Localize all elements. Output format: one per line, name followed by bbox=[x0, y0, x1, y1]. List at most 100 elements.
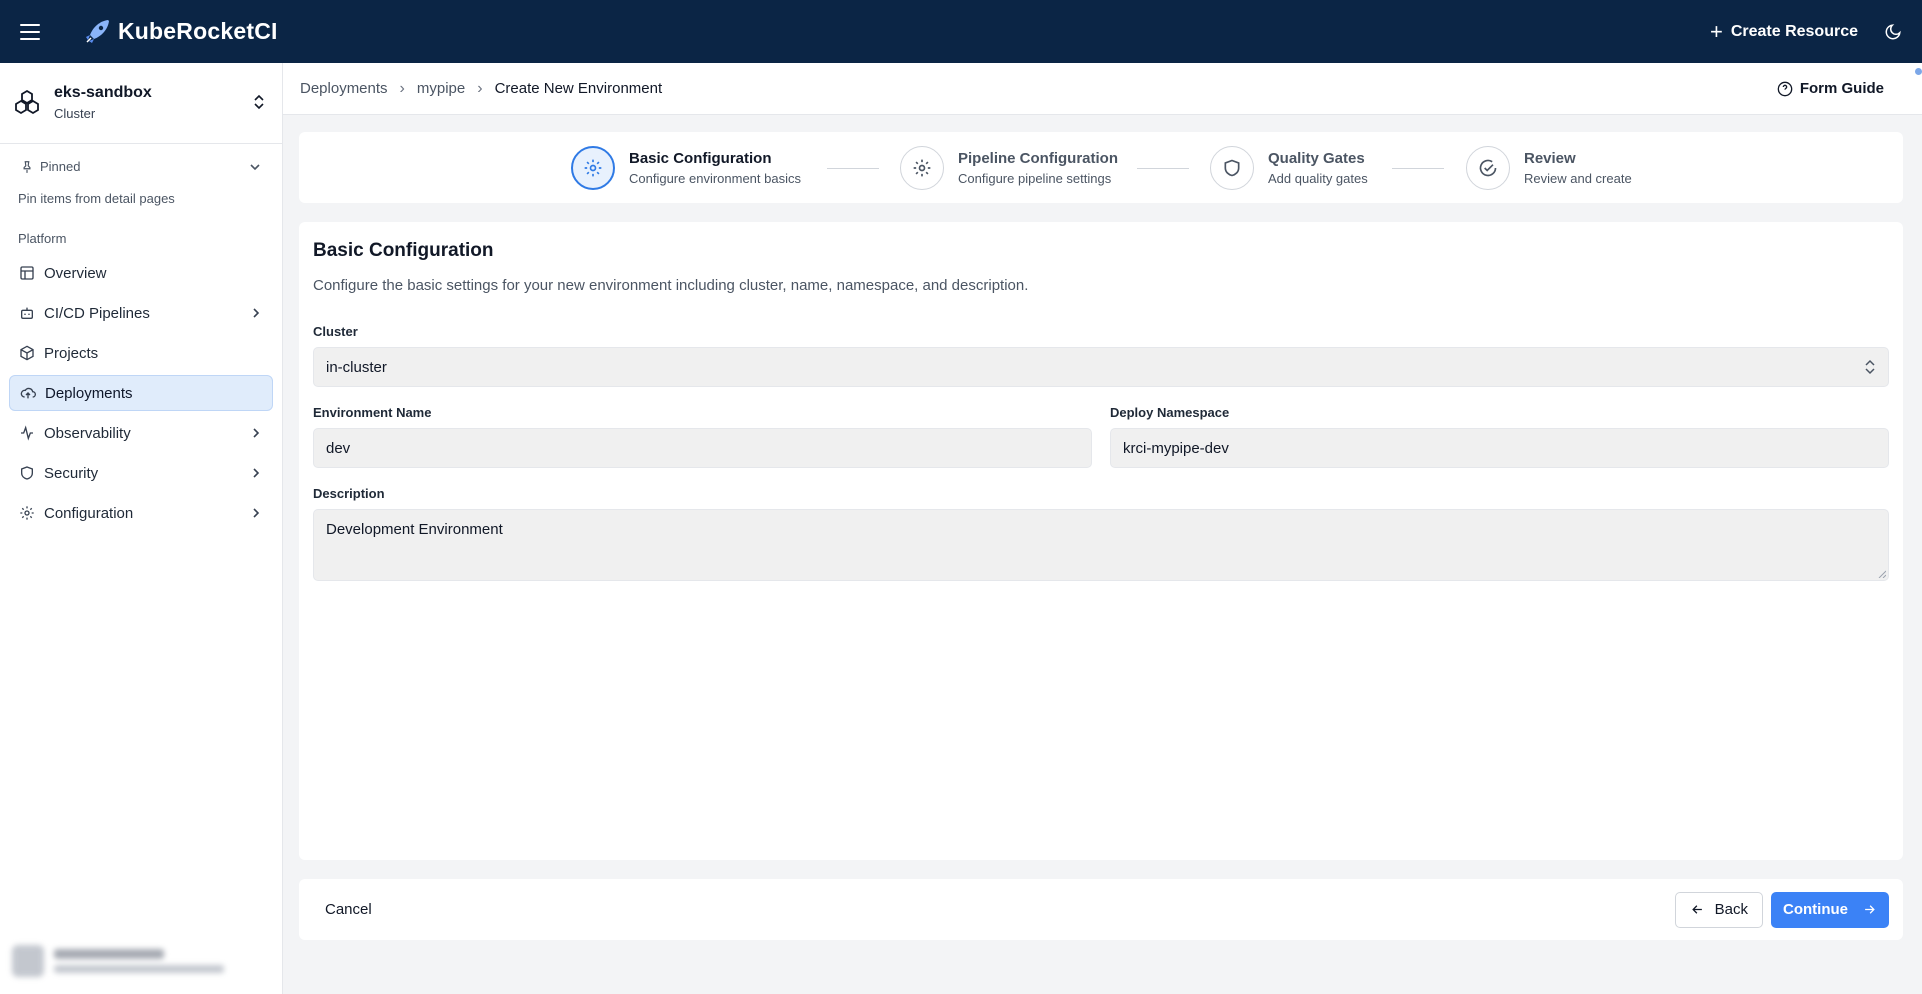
step-title: Basic Configuration bbox=[629, 150, 772, 167]
description-label: Description bbox=[313, 486, 385, 501]
sidebar-item-label: Projects bbox=[44, 344, 99, 362]
step-subtitle: Review and create bbox=[1524, 171, 1632, 186]
breadcrumb-pipeline[interactable]: mypipe bbox=[417, 80, 465, 97]
avatar bbox=[12, 945, 44, 977]
page-header: Deployments › mypipe › Create New Enviro… bbox=[283, 63, 1922, 115]
cluster-select-value: in-cluster bbox=[326, 358, 387, 376]
plus-icon: + bbox=[1709, 18, 1723, 44]
notification-dot bbox=[1915, 68, 1922, 75]
deploy-namespace-label: Deploy Namespace bbox=[1110, 405, 1230, 420]
check-circle-icon bbox=[1479, 159, 1497, 177]
cluster-icon bbox=[14, 89, 40, 115]
form-guide-label: Form Guide bbox=[1799, 80, 1884, 97]
chevron-right-icon bbox=[253, 468, 260, 478]
cluster-name: eks-sandbox bbox=[54, 83, 152, 101]
arrow-left-icon bbox=[1691, 905, 1702, 914]
cluster-type: Cluster bbox=[54, 105, 96, 121]
form-title: Basic Configuration bbox=[313, 240, 494, 261]
pinned-label: Pinned bbox=[40, 159, 81, 174]
sidebar-item-observability[interactable]: Observability bbox=[9, 415, 273, 451]
chevron-right-icon bbox=[253, 508, 260, 518]
sidebar-item-projects[interactable]: Projects bbox=[9, 335, 273, 371]
section-label-platform: Platform bbox=[18, 231, 67, 246]
sidebar-item-cicd-pipelines[interactable]: CI/CD Pipelines bbox=[9, 295, 273, 331]
step-connector bbox=[1137, 168, 1189, 169]
deploy-namespace-input[interactable]: krci-mypipe-dev bbox=[1110, 428, 1889, 468]
environment-name-label: Environment Name bbox=[313, 405, 432, 420]
sidebar-item-deployments[interactable]: Deployments bbox=[9, 375, 273, 411]
rocket-icon bbox=[86, 19, 109, 43]
step-basic-configuration[interactable]: Basic Configuration Configure environmen… bbox=[571, 146, 801, 190]
form-description: Configure the basic settings for your ne… bbox=[313, 277, 1029, 294]
step-connector bbox=[827, 168, 879, 169]
step-quality-gates[interactable]: Quality Gates Add quality gates bbox=[1210, 146, 1368, 190]
help-circle-icon bbox=[1777, 81, 1793, 96]
pin-icon bbox=[23, 160, 31, 173]
step-pipeline-configuration[interactable]: Pipeline Configuration Configure pipelin… bbox=[900, 146, 1118, 190]
gear-icon bbox=[20, 506, 34, 520]
form-footer: Cancel Back Continue bbox=[299, 879, 1903, 940]
cluster-label: Cluster bbox=[313, 324, 358, 339]
sidebar-divider bbox=[0, 143, 282, 144]
chevron-right-icon: › bbox=[477, 79, 483, 97]
step-title: Quality Gates bbox=[1268, 150, 1365, 167]
sidebar-item-overview[interactable]: Overview bbox=[9, 255, 273, 291]
form-stepper: Basic Configuration Configure environmen… bbox=[299, 132, 1903, 203]
menu-icon[interactable] bbox=[16, 18, 44, 46]
shield-icon bbox=[1224, 159, 1240, 177]
shield-icon bbox=[21, 466, 33, 480]
resize-handle-icon[interactable] bbox=[1878, 570, 1886, 578]
continue-button[interactable]: Continue bbox=[1771, 891, 1889, 928]
breadcrumb: Deployments › mypipe › Create New Enviro… bbox=[300, 80, 662, 98]
sidebar-item-configuration[interactable]: Configuration bbox=[9, 495, 273, 531]
breadcrumb-deployments[interactable]: Deployments bbox=[300, 80, 388, 97]
step-subtitle: Configure pipeline settings bbox=[958, 171, 1112, 186]
chevron-right-icon bbox=[253, 308, 260, 318]
activity-icon bbox=[21, 425, 33, 441]
back-button[interactable]: Back bbox=[1674, 891, 1763, 928]
cluster-select[interactable]: in-cluster bbox=[313, 347, 1889, 387]
sidebar-item-label: Configuration bbox=[44, 504, 134, 522]
step-subtitle: Configure environment basics bbox=[629, 171, 801, 186]
cloud-upload-icon bbox=[20, 387, 36, 399]
environment-name-input[interactable]: dev bbox=[313, 428, 1092, 468]
sidebar-item-label: Deployments bbox=[45, 384, 133, 402]
sidebar-item-label: CI/CD Pipelines bbox=[44, 304, 150, 322]
pinned-toggle[interactable]: Pinned bbox=[0, 159, 282, 174]
app-name: KubeRocketCI bbox=[118, 18, 278, 44]
theme-toggle-button[interactable] bbox=[1884, 23, 1902, 41]
chevron-right-icon: › bbox=[399, 79, 405, 97]
sidebar-nav: Overview CI/CD Pipelines Projects Deploy… bbox=[0, 255, 282, 531]
bot-icon bbox=[21, 307, 33, 319]
back-label: Back bbox=[1714, 901, 1748, 918]
step-title: Pipeline Configuration bbox=[958, 150, 1118, 167]
user-profile[interactable] bbox=[6, 938, 276, 984]
cluster-selector[interactable]: eks-sandbox Cluster bbox=[0, 76, 282, 128]
breadcrumb-current: Create New Environment bbox=[494, 80, 663, 97]
form-guide-button[interactable]: Form Guide bbox=[1777, 68, 1922, 97]
step-title: Review bbox=[1524, 150, 1576, 167]
sidebar-item-label: Security bbox=[44, 464, 99, 482]
gear-icon bbox=[913, 159, 931, 177]
create-resource-label: Create Resource bbox=[1730, 22, 1858, 40]
app-logo[interactable]: KubeRocketCI bbox=[82, 17, 278, 47]
arrow-right-icon bbox=[1865, 905, 1875, 914]
chevron-down-icon bbox=[250, 163, 260, 170]
create-resource-button[interactable]: + Create Resource bbox=[1709, 18, 1858, 44]
deploy-namespace-value: krci-mypipe-dev bbox=[1123, 439, 1229, 457]
box-icon bbox=[20, 345, 34, 361]
layout-icon bbox=[20, 266, 34, 280]
chevron-up-down-icon bbox=[1865, 359, 1875, 375]
chevron-up-down-icon bbox=[254, 94, 264, 110]
description-textarea[interactable]: Development Environment bbox=[313, 509, 1889, 581]
cancel-button[interactable]: Cancel bbox=[313, 893, 384, 926]
step-review[interactable]: Review Review and create bbox=[1466, 146, 1632, 190]
gear-icon bbox=[584, 159, 602, 177]
sidebar-item-label: Observability bbox=[44, 424, 131, 442]
basic-configuration-form: Basic Configuration Configure the basic … bbox=[299, 222, 1903, 860]
continue-label: Continue bbox=[1783, 901, 1848, 918]
sidebar-item-security[interactable]: Security bbox=[9, 455, 273, 491]
top-bar: KubeRocketCI + Create Resource bbox=[0, 0, 1922, 63]
step-subtitle: Add quality gates bbox=[1268, 171, 1368, 186]
sidebar-item-label: Overview bbox=[44, 264, 107, 282]
